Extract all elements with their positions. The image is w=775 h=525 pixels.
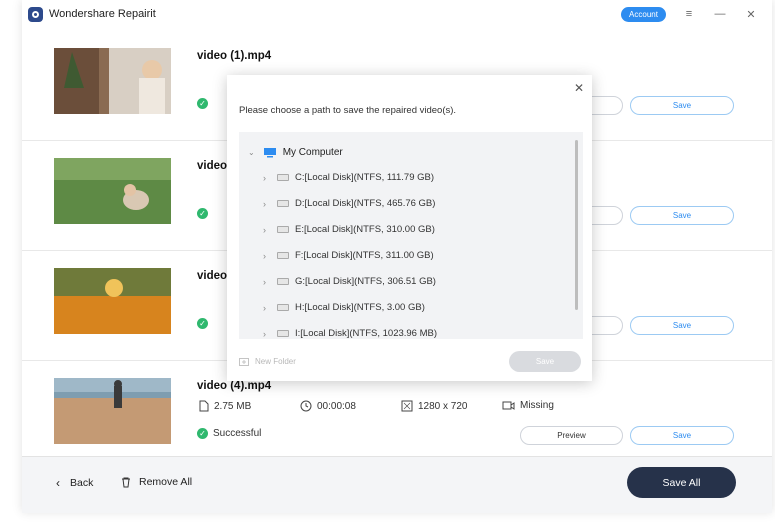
disk-icon (277, 174, 289, 181)
chevron-right-icon: › (263, 198, 266, 209)
tree-item-disk[interactable]: › I:[Local Disk](NTFS, 1023.96 MB) (263, 328, 437, 339)
tree-item-disk[interactable]: › D:[Local Disk](NTFS, 465.76 GB) (263, 198, 435, 209)
tree-item-disk[interactable]: › E:[Local Disk](NTFS, 310.00 GB) (263, 224, 435, 235)
modal-overlay: ✕ Please choose a path to save the repai… (22, 0, 772, 512)
disk-icon (277, 330, 289, 337)
chevron-right-icon: › (263, 172, 266, 183)
chevron-down-icon: ⌄ (248, 148, 255, 157)
disk-icon (277, 278, 289, 285)
tree-root-my-computer[interactable]: ⌄ My Computer (248, 147, 343, 158)
disk-label: F:[Local Disk](NTFS, 311.00 GB) (295, 250, 434, 261)
root-label: My Computer (282, 147, 343, 158)
disk-label: I:[Local Disk](NTFS, 1023.96 MB) (295, 328, 438, 339)
disk-label: H:[Local Disk](NTFS, 3.00 GB) (295, 302, 425, 313)
computer-icon (263, 148, 276, 158)
folder-tree: ⌄ My Computer › C:[Local Disk](NTFS, 111.… (239, 132, 583, 339)
chevron-right-icon: › (263, 224, 266, 235)
tree-item-disk[interactable]: › G:[Local Disk](NTFS, 306.51 GB) (263, 276, 436, 287)
new-folder-button[interactable]: New Folder (239, 357, 296, 366)
disk-label: G:[Local Disk](NTFS, 306.51 GB) (295, 276, 436, 287)
chevron-right-icon: › (263, 250, 266, 261)
tree-item-disk[interactable]: › F:[Local Disk](NTFS, 311.00 GB) (263, 250, 434, 261)
disk-icon (277, 304, 289, 311)
folder-plus-icon (239, 357, 249, 366)
tree-scrollbar[interactable] (575, 140, 578, 310)
disk-label: C:[Local Disk](NTFS, 111.79 GB) (295, 172, 435, 183)
disk-label: D:[Local Disk](NTFS, 465.76 GB) (295, 198, 436, 209)
dialog-message: Please choose a path to save the repaire… (239, 105, 457, 116)
save-path-dialog: ✕ Please choose a path to save the repai… (227, 75, 592, 381)
dialog-close-icon[interactable]: ✕ (574, 81, 584, 95)
disk-icon (277, 200, 289, 207)
new-folder-label: New Folder (255, 357, 296, 366)
chevron-right-icon: › (263, 302, 266, 313)
disk-icon (277, 252, 289, 259)
disk-icon (277, 226, 289, 233)
chevron-right-icon: › (263, 276, 266, 287)
disk-label: E:[Local Disk](NTFS, 310.00 GB) (295, 224, 435, 235)
tree-item-disk[interactable]: › C:[Local Disk](NTFS, 111.79 GB) (263, 172, 434, 183)
dialog-save-button[interactable]: Save (509, 351, 581, 372)
chevron-right-icon: › (263, 328, 266, 339)
tree-item-disk[interactable]: › H:[Local Disk](NTFS, 3.00 GB) (263, 302, 425, 313)
